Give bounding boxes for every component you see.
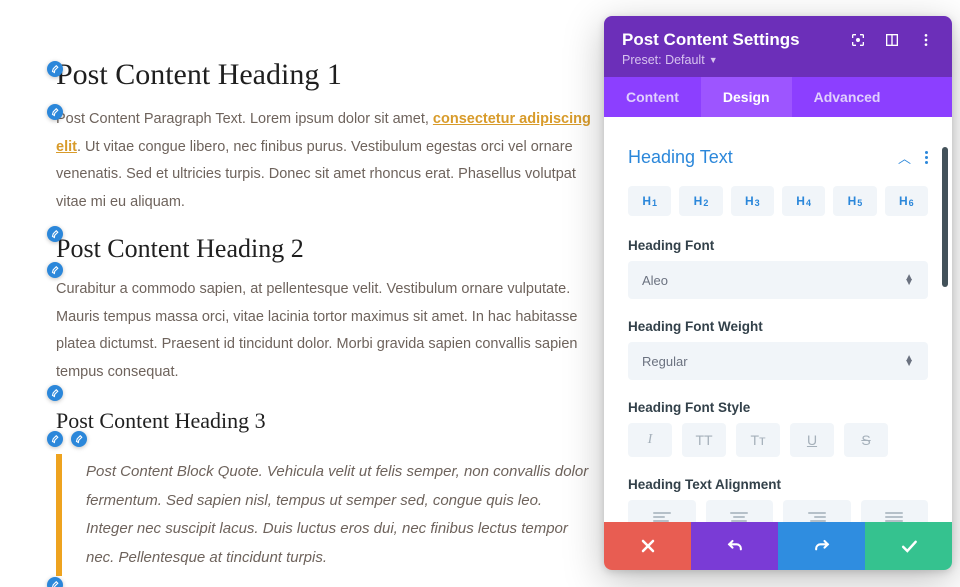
undo-button[interactable] (691, 522, 778, 570)
heading-tab-h4[interactable]: H4 (782, 186, 825, 216)
align-right-button[interactable] (783, 500, 851, 522)
preset-selector[interactable]: Preset: Default ▼ (622, 53, 934, 67)
confirm-button[interactable] (865, 522, 952, 570)
style-uppercase-button[interactable]: TT (682, 423, 726, 457)
panel-header: Post Content Settings Preset: Default ▼ (604, 16, 952, 77)
select-heading-weight[interactable]: Regular ▲▼ (628, 342, 928, 380)
heading-3: Post Content Heading 3 (56, 408, 592, 434)
edit-dot-h2[interactable] (47, 226, 63, 242)
label-heading-style: Heading Font Style (628, 400, 928, 415)
select-caret-icon: ▲▼ (904, 356, 914, 366)
tab-content[interactable]: Content (604, 77, 701, 117)
select-heading-font-value: Aleo (642, 273, 668, 288)
panel-tabs: Content Design Advanced (604, 77, 952, 117)
settings-panel: Post Content Settings Preset: Default ▼ … (604, 16, 952, 570)
preset-label: Preset: Default (622, 53, 705, 67)
heading-tab-h2[interactable]: H2 (679, 186, 722, 216)
heading-tab-h3[interactable]: H3 (731, 186, 774, 216)
heading-1: Post Content Heading 1 (56, 58, 592, 92)
align-center-button[interactable] (706, 500, 774, 522)
heading-level-tabs: H1 H2 H3 H4 H5 H6 (628, 186, 928, 216)
heading-tab-h1[interactable]: H1 (628, 186, 671, 216)
section-menu-icon[interactable] (925, 151, 928, 164)
collapse-section-icon[interactable]: ︿ (898, 148, 911, 167)
paragraph-1-lead: Post Content Paragraph Text. Lorem ipsum… (56, 111, 433, 127)
chevron-down-icon: ▼ (709, 55, 718, 65)
edit-dot-bottom[interactable] (47, 577, 63, 587)
alignment-buttons (628, 500, 928, 522)
edit-dot-quote-1[interactable] (47, 431, 63, 447)
layout-icon[interactable] (884, 32, 900, 48)
section-heading-text[interactable]: Heading Text (628, 147, 733, 168)
heading-tab-h5[interactable]: H5 (833, 186, 876, 216)
redo-button[interactable] (778, 522, 865, 570)
heading-2: Post Content Heading 2 (56, 234, 592, 264)
panel-title: Post Content Settings (622, 30, 800, 50)
panel-body: Heading Text ︿ H1 H2 H3 H4 H5 H6 Heading… (604, 117, 952, 522)
label-heading-align: Heading Text Alignment (628, 477, 928, 492)
edit-dot-h3[interactable] (47, 385, 63, 401)
style-smallcaps-button[interactable]: Tᴛ (736, 423, 780, 457)
edit-dot-p2[interactable] (47, 262, 63, 278)
panel-action-bar (604, 522, 952, 570)
paragraph-2: Curabitur a commodo sapien, at pellentes… (56, 276, 592, 386)
edit-dot-h1[interactable] (47, 61, 63, 77)
focus-icon[interactable] (850, 32, 866, 48)
tab-advanced[interactable]: Advanced (792, 77, 903, 117)
post-content-preview: Post Content Heading 1 Post Content Para… (0, 0, 600, 587)
tab-design[interactable]: Design (701, 77, 792, 117)
align-justify-button[interactable] (861, 500, 929, 522)
paragraph-1-rest: . Ut vitae congue libero, nec finibus pu… (56, 139, 576, 210)
edit-dot-p1[interactable] (47, 104, 63, 120)
heading-tab-h6[interactable]: H6 (885, 186, 928, 216)
label-heading-font: Heading Font (628, 238, 928, 253)
label-heading-weight: Heading Font Weight (628, 319, 928, 334)
select-caret-icon: ▲▼ (904, 275, 914, 285)
style-strike-button[interactable]: S (844, 423, 888, 457)
kebab-menu-icon[interactable] (918, 32, 934, 48)
paragraph-1: Post Content Paragraph Text. Lorem ipsum… (56, 106, 592, 216)
scrollbar-thumb[interactable] (942, 147, 948, 287)
align-left-button[interactable] (628, 500, 696, 522)
edit-dot-quote-2[interactable] (71, 431, 87, 447)
select-heading-weight-value: Regular (642, 354, 688, 369)
style-italic-button[interactable]: I (628, 423, 672, 457)
cancel-button[interactable] (604, 522, 691, 570)
blockquote: Post Content Block Quote. Vehicula velit… (56, 454, 592, 576)
font-style-buttons: I TT Tᴛ U S (628, 423, 928, 457)
select-heading-font[interactable]: Aleo ▲▼ (628, 261, 928, 299)
style-underline-button[interactable]: U (790, 423, 834, 457)
